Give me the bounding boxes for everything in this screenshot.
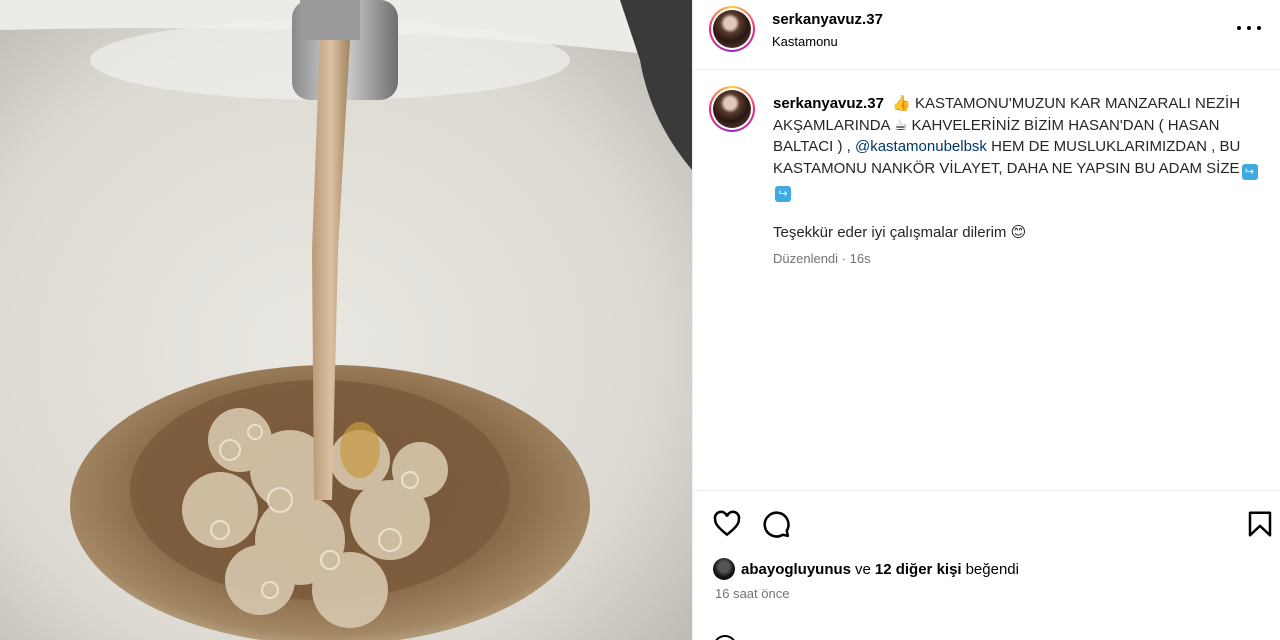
smile-emoji: 😊 [1010, 224, 1027, 241]
edited-ago[interactable]: 16s [850, 251, 871, 266]
heart-icon[interactable] [712, 509, 742, 539]
likes-others[interactable]: 12 diğer kişi [875, 561, 962, 578]
caption-meta: Düzenlendi · 16s [773, 251, 871, 266]
more-icon[interactable] [1237, 22, 1261, 34]
caption-avatar[interactable] [709, 86, 755, 132]
edited-label: Düzenlendi [773, 251, 839, 266]
bookmark-icon[interactable] [1245, 509, 1275, 539]
post-panel: serkanyavuz.37 Kastamonu serkanyavuz.37 … [692, 0, 1280, 640]
likes-summary: abayogluyunus ve 12 diğer kişi beğendi [713, 557, 1023, 581]
hand-emoji: 👍 [892, 95, 911, 112]
arrow-emoji-icon: ↪ [1241, 163, 1258, 180]
emoji-icon[interactable] [713, 635, 737, 640]
action-bar: abayogluyunus ve 12 diğer kişi beğendi 1… [693, 490, 1280, 640]
caption-block: serkanyavuz.37 👍 KASTAMONU'MUZUN KAR MAN… [693, 70, 1280, 490]
post-header: serkanyavuz.37 Kastamonu [693, 0, 1280, 70]
mention-link[interactable]: @kastamonubelbsk [855, 138, 987, 155]
coffee-emoji: ☕ [893, 116, 908, 134]
caption-username[interactable]: serkanyavuz.37 [773, 95, 884, 112]
profile-avatar[interactable] [709, 6, 755, 52]
thanks-text: Teşekkür eder iyi çalışmalar dilerim [773, 224, 1007, 241]
arrow-emoji-icon: ↪ [775, 185, 791, 202]
liker-avatar[interactable] [713, 558, 735, 580]
caption-text: serkanyavuz.37 👍 KASTAMONU'MUZUN KAR MAN… [773, 93, 1267, 202]
post-location[interactable]: Kastamonu [772, 34, 838, 49]
likes-and: ve [855, 560, 871, 578]
sink-photo [0, 0, 692, 640]
post-image [0, 0, 692, 640]
post-time[interactable]: 16 saat önce [715, 586, 789, 601]
header-username[interactable]: serkanyavuz.37 [772, 11, 883, 28]
caption-thanks: Teşekkür eder iyi çalışmalar dilerim 😊 [773, 223, 1026, 241]
liker-username[interactable]: abayogluyunus [741, 561, 851, 578]
likes-suffix: beğendi [965, 560, 1019, 578]
comment-icon[interactable] [761, 509, 791, 539]
